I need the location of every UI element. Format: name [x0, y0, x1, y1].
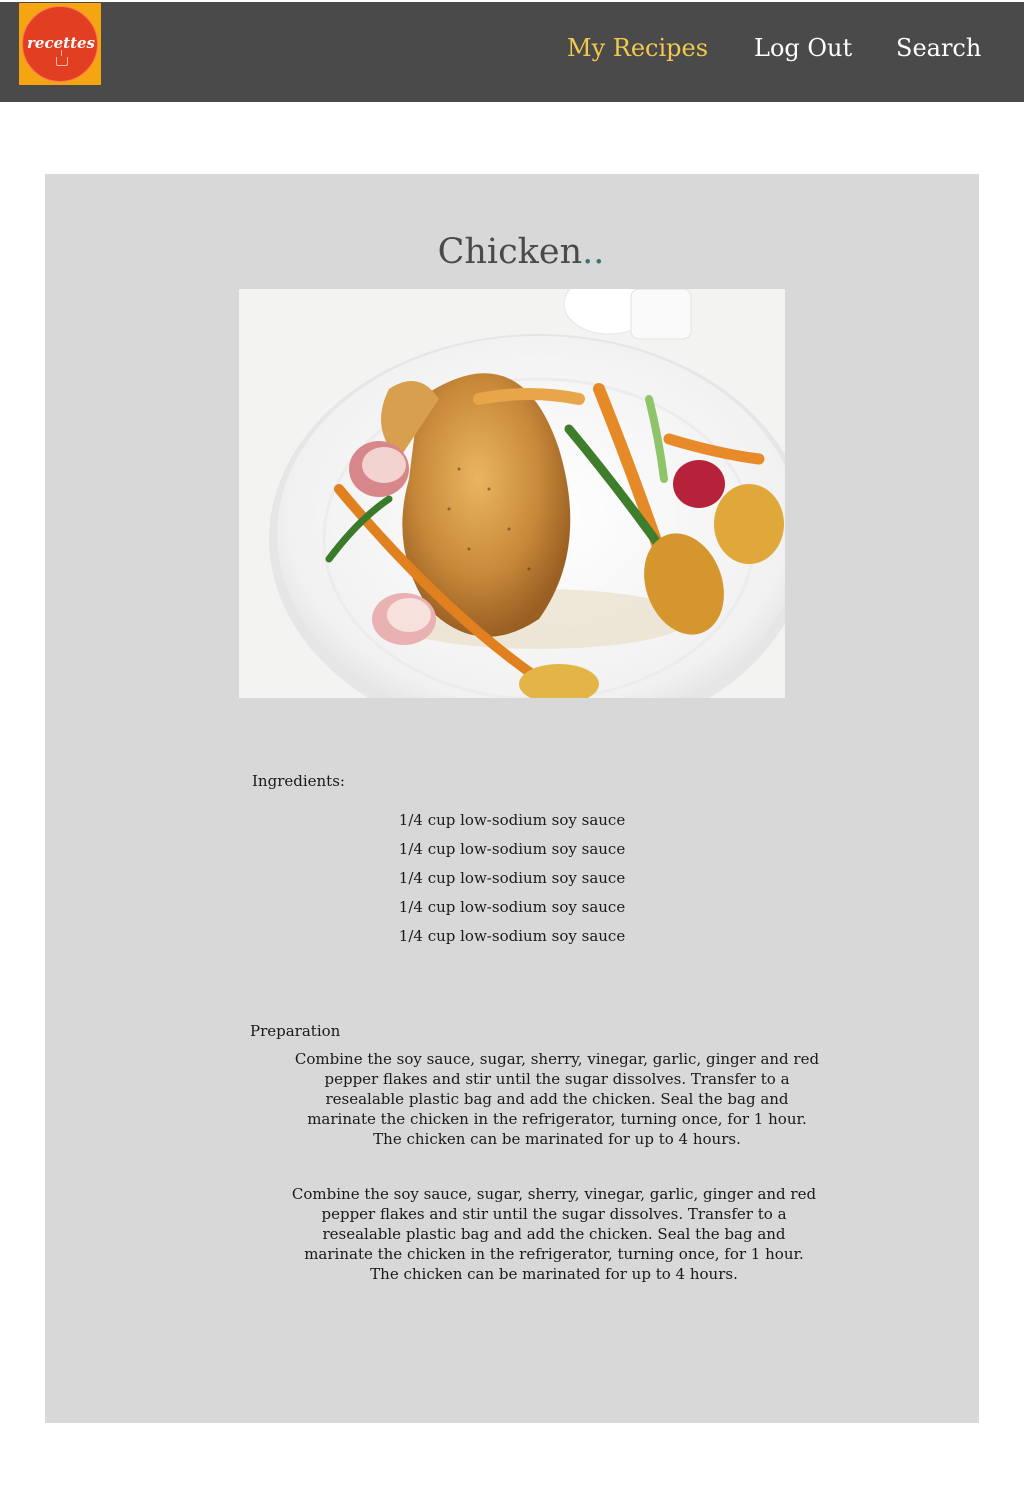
recipe-title-text: Chicken — [437, 232, 583, 272]
recipe-card: Chicken.. Ingredients: 1/4 cup low-sodiu… — [45, 174, 979, 1423]
recipe-photo — [239, 289, 785, 698]
logo-circle: recettes — [22, 6, 98, 82]
ingredient-item: 1/4 cup low-sodium soy sauce — [398, 869, 626, 887]
recipe-title-suffix: .. — [582, 232, 605, 272]
ingredients-label: Ingredients: — [252, 772, 345, 790]
nav-my-recipes-link[interactable]: My Recipes — [567, 34, 708, 62]
nav-log-out-link[interactable]: Log Out — [754, 34, 852, 62]
ingredient-item: 1/4 cup low-sodium soy sauce — [398, 927, 626, 945]
ingredient-item: 1/4 cup low-sodium soy sauce — [398, 840, 626, 858]
preparation-step: Combine the soy sauce, sugar, sherry, vi… — [291, 1185, 817, 1283]
ingredient-list: 1/4 cup low-sodium soy sauce 1/4 cup low… — [331, 810, 693, 955]
nav-search-link[interactable]: Search — [896, 34, 981, 62]
recipe-title: Chicken.. — [45, 232, 997, 272]
ingredient-item: 1/4 cup low-sodium soy sauce — [398, 811, 626, 829]
recettes-logo[interactable]: recettes — [19, 3, 101, 85]
roast-chicken-plate-photo — [239, 289, 785, 698]
pot-icon — [56, 50, 68, 66]
top-navbar: recettes My Recipes Log Out Search — [0, 2, 1024, 102]
ingredient-item: 1/4 cup low-sodium soy sauce — [398, 898, 626, 916]
preparation-label: Preparation — [250, 1022, 341, 1040]
preparation-step: Combine the soy sauce, sugar, sherry, vi… — [294, 1050, 820, 1148]
